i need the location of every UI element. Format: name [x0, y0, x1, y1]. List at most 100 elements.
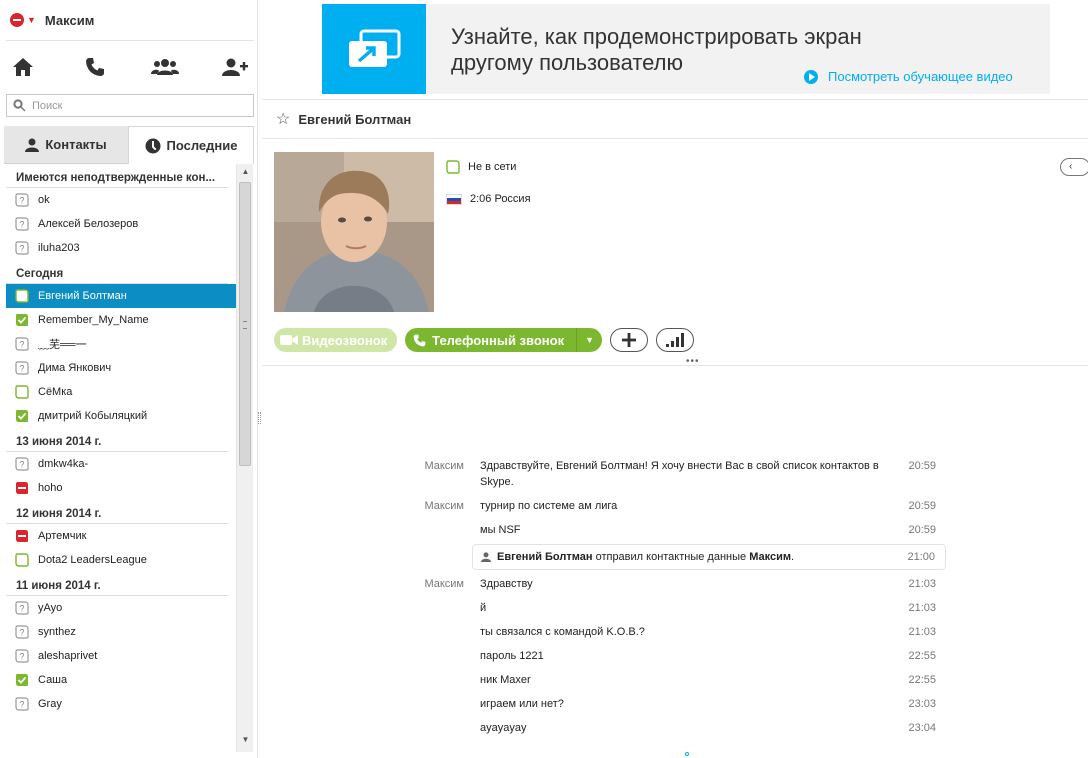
star-icon[interactable]: ☆: [276, 109, 290, 129]
svg-text:?: ?: [19, 700, 24, 710]
contact-item[interactable]: ? synthez: [6, 620, 236, 644]
contact-item[interactable]: Артемчик: [6, 524, 236, 548]
message-row[interactable]: играем или нет? 23:03: [400, 696, 960, 720]
contact-item[interactable]: Саша: [6, 668, 236, 692]
call-phone-button[interactable]: [80, 52, 110, 82]
contact-name: Алексей Белозеров: [38, 218, 139, 230]
video-call-button[interactable]: Видеозвонок: [274, 328, 398, 352]
message-history: Максим Здравствуйте, Евгений Болтман! Я х…: [400, 458, 960, 744]
scroll-thumb[interactable]: [239, 182, 251, 466]
create-group-button[interactable]: [150, 52, 180, 82]
location-text: 2:06 Россия: [470, 193, 531, 205]
message-row[interactable]: пароль 1221 22:55: [400, 648, 960, 672]
offline-status-icon: [15, 289, 29, 303]
contact-name: iluha203: [38, 242, 80, 254]
home-button[interactable]: [8, 52, 38, 82]
scroll-up-arrow-icon[interactable]: ▲: [237, 166, 254, 178]
user-status-menu[interactable]: ▼ Максим: [10, 10, 94, 30]
message-row[interactable]: ты связался с командой K.O.B.? 21:03: [400, 624, 960, 648]
message-row[interactable]: Максим Здравству 21:03: [400, 576, 960, 600]
message-sender: Максим: [424, 578, 464, 590]
message-row[interactable]: ник Maxer 22:55: [400, 672, 960, 696]
profile-expand-button[interactable]: ‹: [1060, 158, 1088, 176]
group-header: 13 июня 2014 г.: [6, 428, 228, 452]
contact-item[interactable]: hoho: [6, 476, 236, 500]
call-quality-button[interactable]: [656, 328, 695, 352]
loading-indicator: [685, 752, 689, 756]
contact-item[interactable]: ? aleshaprivet: [6, 644, 236, 668]
offline-status-icon: [15, 553, 29, 567]
message-time: 20:59: [908, 524, 936, 536]
contact-name: ﹏芜══一: [38, 339, 87, 351]
message-row[interactable]: й 21:03: [400, 600, 960, 624]
offline-status-icon: [15, 385, 29, 399]
presence-text: Не в сети: [468, 161, 517, 173]
message-text: ayayayay: [480, 722, 527, 734]
message-time: 21:03: [908, 602, 936, 614]
avatar[interactable]: [274, 152, 434, 312]
plus-icon: [622, 333, 637, 347]
contact-name: Дима Янкович: [38, 362, 112, 374]
contact-name: дмитрий Кобыляцкий: [38, 410, 148, 422]
message-row[interactable]: мы NSF 20:59: [400, 522, 960, 546]
contact-item[interactable]: ? yAyo: [6, 596, 236, 620]
signal-icon: [666, 333, 685, 347]
offline-status-icon: [446, 160, 460, 174]
contact-name: Артемчик: [38, 530, 87, 542]
unknown-status-icon: ?: [15, 697, 29, 711]
presence-info: Не в сети: [446, 160, 516, 174]
tab-contacts-label: Контакты: [45, 137, 107, 152]
message-text: Здравствуйте, Евгений Болтман! Я хочу вн…: [480, 460, 879, 488]
screen-share-icon: [349, 29, 401, 67]
chevron-down-icon[interactable]: ▼: [576, 328, 602, 352]
person-icon: [481, 552, 491, 562]
add-participant-button[interactable]: [610, 328, 649, 352]
search-input[interactable]: [32, 99, 232, 112]
contact-name: aleshaprivet: [38, 650, 98, 662]
message-time: 21:00: [907, 551, 935, 563]
notice-to: Максим: [749, 551, 791, 563]
contact-item[interactable]: ? ﹏芜══一: [6, 332, 236, 356]
contact-item[interactable]: дмитрий Кобыляцкий: [6, 404, 236, 428]
contact-item[interactable]: ? Дима Янкович: [6, 356, 236, 380]
message-time: 21:03: [908, 626, 936, 638]
svg-text:?: ?: [19, 196, 24, 206]
message-time: 20:59: [908, 500, 936, 512]
message-sender: Максим: [424, 500, 464, 512]
phone-call-button[interactable]: Телефонный звонок ▼: [405, 328, 603, 352]
promo-banner[interactable]: Узнайте, как продемонстрировать экран др…: [322, 4, 1050, 94]
svg-text:?: ?: [19, 652, 24, 662]
scroll-down-arrow-icon[interactable]: ▼: [237, 734, 254, 746]
contact-item[interactable]: ? dmkw4ka-: [6, 452, 236, 476]
contact-item[interactable]: Remember_My_Name: [6, 308, 236, 332]
contact-tabs: Контакты Последние: [4, 126, 254, 164]
message-row[interactable]: ayayayay 23:04: [400, 720, 960, 744]
message-row[interactable]: Максим Здравствуйте, Евгений Болтман! Я х…: [400, 458, 960, 498]
svg-text:?: ?: [19, 364, 24, 374]
contact-shared-notice: Евгений Болтман отправил контактные данн…: [472, 544, 946, 570]
tutorial-video-link[interactable]: Посмотреть обучающее видео: [804, 69, 1013, 84]
message-time: 22:55: [908, 674, 936, 686]
tab-contacts[interactable]: Контакты: [4, 126, 128, 164]
pane-splitter[interactable]: [258, 412, 261, 424]
unknown-status-icon: ?: [15, 361, 29, 375]
contact-name: СёМка: [38, 386, 73, 398]
contact-item[interactable]: ? Алексей Белозеров: [6, 212, 236, 236]
contact-item[interactable]: Dota2 LeadersLeague: [6, 548, 236, 572]
group-header: 11 июня 2014 г.: [6, 572, 228, 596]
svg-text:?: ?: [19, 220, 24, 230]
contact-item[interactable]: ? Gray: [6, 692, 236, 716]
tab-recent-label: Последние: [166, 138, 238, 153]
message-text: ник Maxer: [480, 674, 531, 686]
tab-recent[interactable]: Последние: [128, 126, 254, 164]
contact-list-scrollbar[interactable]: ▲ ▼: [236, 164, 253, 752]
unknown-status-icon: ?: [15, 457, 29, 471]
contact-item[interactable]: ? ok: [6, 188, 236, 212]
message-row[interactable]: Максим турнир по системе ам лига 20:59: [400, 498, 960, 522]
message-time: 23:04: [908, 722, 936, 734]
add-contact-button[interactable]: [220, 52, 250, 82]
contact-item[interactable]: ? iluha203: [6, 236, 236, 260]
contact-item[interactable]: Евгений Болтман: [6, 284, 236, 308]
contact-item[interactable]: СёМка: [6, 380, 236, 404]
svg-text:?: ?: [19, 340, 24, 350]
